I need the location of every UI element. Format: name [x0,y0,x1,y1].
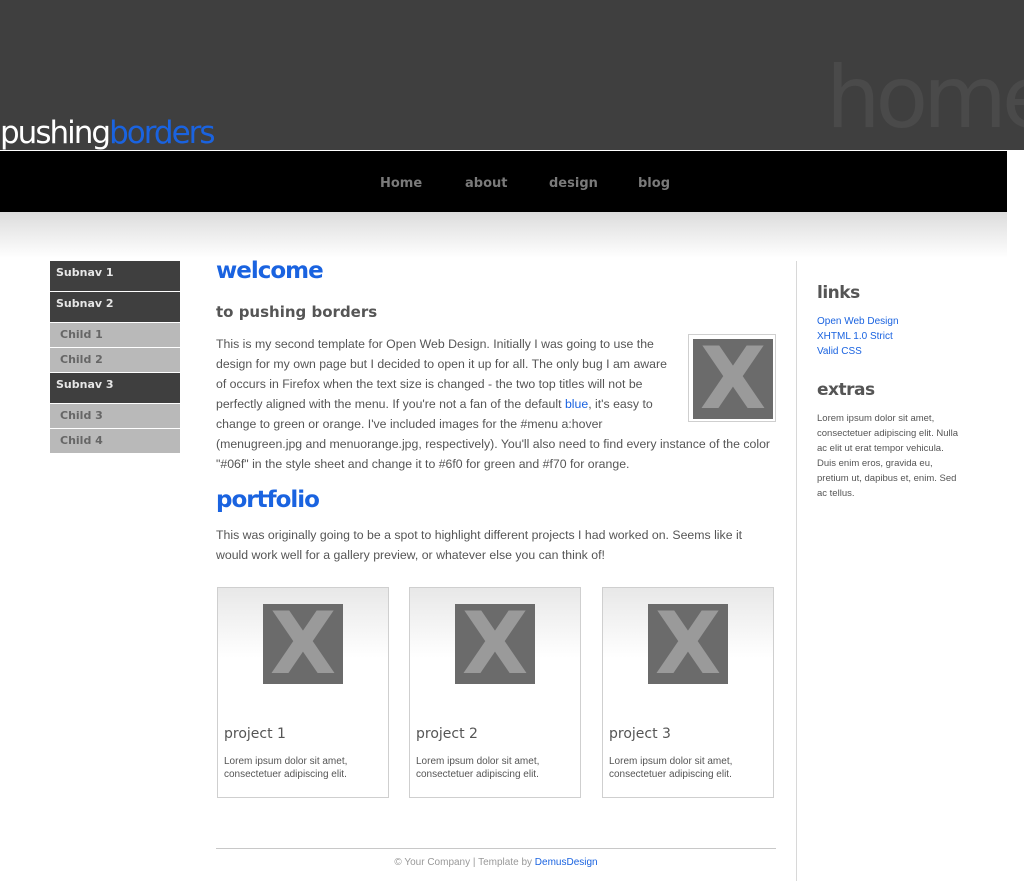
right-sidebar: links Open Web Design XHTML 1.0 Strict V… [817,282,962,501]
project-description: Lorem ipsum dolor sit amet, consectetuer… [416,756,540,780]
welcome-subtitle: to pushing borders [216,303,378,321]
project-image: X [648,604,728,684]
site-logo[interactable]: pushingborders [0,115,216,150]
logo-text-borders: borders [109,115,215,150]
image-placeholder-glyph: X [654,604,722,684]
link-xhtml[interactable]: XHTML 1.0 Strict [817,329,962,344]
extras-title: extras [817,380,875,400]
project-title: project 1 [224,726,286,742]
feature-image: X [688,334,776,422]
subnav-child-4[interactable]: Child 4 [50,429,180,454]
link-open-web-design[interactable]: Open Web Design [817,314,962,329]
project-title: project 3 [609,726,671,742]
subnav-item-1[interactable]: Subnav 1 [50,261,180,292]
footer-credit-link[interactable]: DemusDesign [535,857,598,868]
menu-item-home[interactable]: Home [380,176,422,191]
project-image: X [263,604,343,684]
intro-block: X This is my second template for Open We… [216,334,776,474]
subnav-child-3[interactable]: Child 3 [50,404,180,429]
menu-item-blog[interactable]: blog [638,176,670,191]
project-description: Lorem ipsum dolor sit amet, consectetuer… [609,756,733,780]
project-image: X [455,604,535,684]
subnav-child-1[interactable]: Child 1 [50,323,180,348]
menu-shadow-gradient [0,212,1007,258]
subnav-item-2[interactable]: Subnav 2 [50,292,180,323]
portfolio-title: portfolio [216,487,320,513]
blue-link[interactable]: blue [565,397,588,411]
footer-divider [216,848,776,849]
project-card-1[interactable]: X project 1 Lorem ipsum dolor sit amet, … [217,587,389,798]
subnav-child-2[interactable]: Child 2 [50,348,180,373]
project-card-3[interactable]: X project 3 Lorem ipsum dolor sit amet, … [602,587,774,798]
welcome-title: welcome [216,258,324,284]
menu-item-about[interactable]: about [465,176,507,191]
image-placeholder-glyph: X [269,604,337,684]
link-valid-css[interactable]: Valid CSS [817,344,962,359]
main-menu-bar: Home about design blog [0,151,1007,212]
subnav-item-3[interactable]: Subnav 3 [50,373,180,404]
site-header: home pushingborders [0,0,1024,150]
project-description: Lorem ipsum dolor sit amet, consectetuer… [224,756,348,780]
menu-item-design[interactable]: design [549,176,598,191]
project-card-2[interactable]: X project 2 Lorem ipsum dolor sit amet, … [409,587,581,798]
image-placeholder: X [693,339,773,419]
extras-text: Lorem ipsum dolor sit amet, consectetuer… [817,413,958,499]
links-list: Open Web Design XHTML 1.0 Strict Valid C… [817,314,962,359]
footer: © Your Company | Template by DemusDesign [216,857,776,868]
logo-text-pushing: pushing [0,115,111,150]
footer-text: © Your Company | Template by [394,857,535,868]
sidebar-divider [796,261,797,881]
subnav: Subnav 1 Subnav 2 Child 1 Child 2 Subnav… [50,261,180,454]
links-title: links [817,283,860,303]
portfolio-text: This was originally going to be a spot t… [216,528,743,562]
project-title: project 2 [416,726,478,742]
page-watermark: home [826,48,1024,148]
image-placeholder-glyph: X [699,339,767,419]
image-placeholder-glyph: X [461,604,529,684]
main-content: welcome to pushing borders X This is my … [216,256,776,565]
